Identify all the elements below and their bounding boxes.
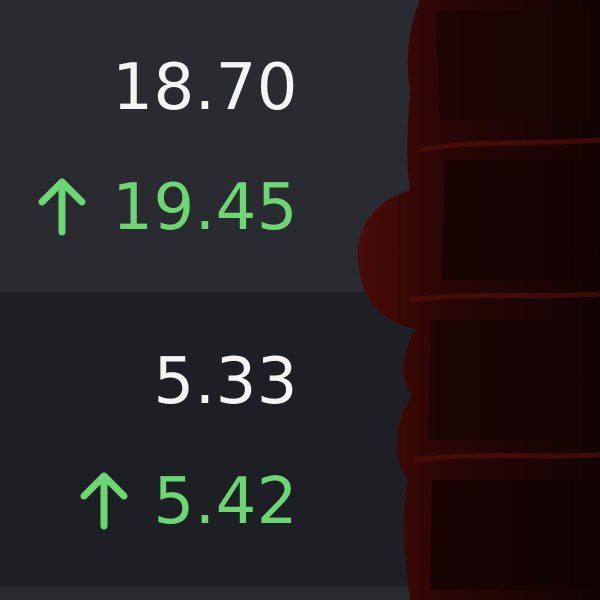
target-value: 5.42 — [153, 465, 298, 539]
dark-red-overlay — [357, 0, 600, 600]
current-value: 18.70 — [112, 51, 298, 125]
arrow-up-icon — [38, 178, 86, 236]
current-value: 5.33 — [153, 345, 298, 419]
arrow-up-icon — [80, 472, 128, 530]
target-value: 19.45 — [112, 171, 298, 245]
